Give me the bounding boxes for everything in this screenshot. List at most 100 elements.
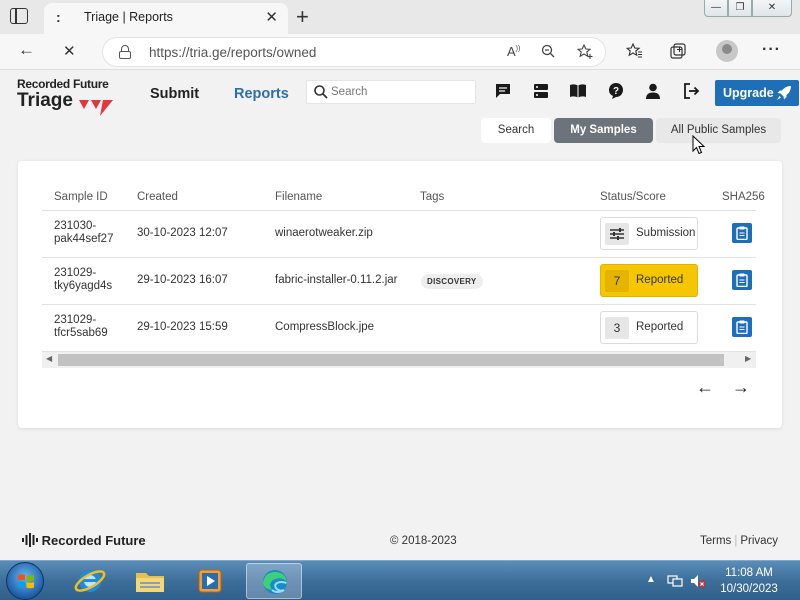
collections-icon[interactable]: [670, 43, 687, 62]
server-icon[interactable]: [532, 82, 550, 100]
column-header-created[interactable]: Created: [137, 191, 178, 203]
sample-id-cell[interactable]: 231030- pak44sef27: [54, 220, 113, 246]
user-icon[interactable]: [644, 82, 662, 100]
tab-my-samples[interactable]: My Samples: [554, 118, 653, 143]
logo-recorded-future-text: Recorded Future: [17, 77, 109, 91]
page-content: Recorded Future Triage Submit Reports ?: [0, 70, 800, 560]
internet-explorer-icon: [74, 570, 106, 592]
column-header-status-score[interactable]: Status/Score: [600, 191, 666, 203]
copy-sha256-button[interactable]: [732, 270, 752, 290]
created-cell: 30-10-2023 12:07: [137, 227, 228, 239]
copy-sha256-button[interactable]: [732, 317, 752, 337]
zoom-out-icon[interactable]: [541, 44, 555, 61]
footer-links: Terms | Privacy: [700, 535, 778, 547]
windows-taskbar: ▲ 11:08 AM 10/30/2023: [0, 560, 800, 600]
sample-id-cell[interactable]: 231029- tfcr5sab69: [54, 314, 108, 340]
sample-id-cell[interactable]: 231029- tky6yagd4s: [54, 267, 112, 293]
read-aloud-icon[interactable]: A)): [507, 44, 520, 59]
add-favorite-icon[interactable]: [576, 43, 594, 63]
window-minimize-button[interactable]: —: [704, 0, 728, 17]
upgrade-button[interactable]: Upgrade: [715, 80, 799, 106]
status-reported[interactable]: 3 Reported: [600, 311, 698, 344]
footer-logo[interactable]: Recorded Future: [22, 533, 146, 548]
column-header-filename[interactable]: Filename: [275, 191, 322, 203]
triage-logo[interactable]: Recorded Future Triage: [17, 77, 113, 116]
tab-all-public-samples[interactable]: All Public Samples: [656, 118, 781, 143]
book-icon[interactable]: [569, 82, 587, 100]
chat-icon[interactable]: [494, 82, 512, 100]
sample-id-part1: 231029-: [54, 314, 97, 326]
score-value: 3: [605, 317, 629, 339]
column-header-sha256[interactable]: SHA256: [722, 191, 765, 203]
scroll-left-arrow-icon[interactable]: ◀: [46, 354, 52, 363]
filename-cell[interactable]: CompressBlock.jpe: [275, 321, 374, 333]
folder-icon: [136, 573, 164, 592]
tab-actions-icon[interactable]: [10, 8, 28, 24]
taskbar-internet-explorer[interactable]: [62, 563, 118, 599]
address-bar[interactable]: https://tria.ge/reports/owned A)): [102, 37, 606, 67]
previous-page-button[interactable]: ←: [696, 377, 714, 398]
column-header-tags[interactable]: Tags: [420, 191, 444, 203]
url-text[interactable]: https://tria.ge/reports/owned: [149, 45, 316, 60]
system-clock[interactable]: 11:08 AM 10/30/2023: [712, 565, 786, 597]
samples-table-card: Sample ID Created Filename Tags Status/S…: [18, 161, 782, 428]
new-tab-button[interactable]: +: [296, 4, 309, 30]
logo-mark-icon: [79, 100, 113, 116]
back-arrow-icon[interactable]: ←: [18, 40, 35, 60]
created-cell: 29-10-2023 16:07: [137, 274, 228, 286]
profile-avatar[interactable]: [716, 40, 738, 62]
created-cell: 29-10-2023 15:59: [137, 321, 228, 333]
status-reported[interactable]: 7 Reported: [600, 264, 698, 297]
search-icon: [314, 85, 328, 99]
copy-sha256-button[interactable]: [732, 223, 752, 243]
help-icon[interactable]: ?: [607, 82, 625, 100]
horizontal-scrollbar[interactable]: ◀ ▶: [42, 352, 756, 368]
privacy-link[interactable]: Privacy: [740, 535, 778, 547]
scrollbar-thumb[interactable]: [58, 354, 724, 366]
footer-brand-text: Recorded Future: [41, 533, 146, 548]
volume-muted-icon[interactable]: [690, 573, 706, 589]
status-label: Submission: [636, 227, 696, 239]
row-divider: [42, 304, 756, 305]
svg-text:?: ?: [613, 86, 619, 97]
stop-loading-icon[interactable]: ✕: [63, 42, 76, 60]
sliders-icon: [605, 223, 629, 245]
tab-search[interactable]: Search: [481, 118, 551, 143]
lock-icon[interactable]: [119, 45, 131, 59]
column-header-sample-id[interactable]: Sample ID: [54, 191, 108, 203]
media-player-icon: [198, 569, 222, 593]
window-close-button[interactable]: ✕: [752, 0, 792, 17]
tag-badge[interactable]: DISCOVERY: [421, 274, 483, 289]
mouse-cursor-icon: [692, 135, 706, 155]
header-search-box[interactable]: [306, 80, 476, 104]
terms-link[interactable]: Terms: [700, 535, 731, 547]
score-value: 7: [605, 270, 629, 292]
tab-triage-reports[interactable]: : Triage | Reports ✕: [44, 3, 288, 34]
show-hidden-icons-icon[interactable]: ▲: [646, 574, 656, 585]
network-icon[interactable]: [667, 573, 683, 589]
nav-reports-link[interactable]: Reports: [234, 86, 289, 102]
scroll-right-arrow-icon[interactable]: ▶: [745, 354, 751, 363]
taskbar-edge[interactable]: [246, 563, 302, 599]
status-label: Reported: [636, 274, 684, 286]
browser-tabstrip: : Triage | Reports ✕ + — ❐ ✕: [0, 0, 800, 34]
tab-close-icon[interactable]: ✕: [265, 8, 278, 26]
taskbar-file-explorer[interactable]: [122, 563, 178, 599]
filename-cell[interactable]: winaerotweaker.zip: [275, 227, 373, 239]
nav-submit-link[interactable]: Submit: [150, 86, 199, 102]
status-submission[interactable]: Submission: [600, 217, 698, 250]
window-maximize-button[interactable]: ❐: [728, 0, 752, 17]
clipboard-icon: [736, 273, 748, 287]
sample-id-part1: 231029-: [54, 267, 97, 279]
next-page-button[interactable]: →: [732, 377, 750, 398]
taskbar-media-player[interactable]: [182, 563, 238, 599]
start-button[interactable]: [6, 562, 44, 600]
filename-cell[interactable]: fabric-installer-0.11.2.jar: [275, 274, 398, 286]
logout-icon[interactable]: [682, 82, 700, 100]
row-divider: [42, 257, 756, 258]
browser-toolbar: ← ✕ https://tria.ge/reports/owned A)) ··…: [0, 34, 800, 70]
sample-id-part2: tfcr5sab69: [54, 327, 108, 339]
favorites-icon[interactable]: [625, 42, 643, 62]
search-input[interactable]: [331, 84, 471, 100]
browser-menu-icon[interactable]: ···: [762, 41, 781, 59]
